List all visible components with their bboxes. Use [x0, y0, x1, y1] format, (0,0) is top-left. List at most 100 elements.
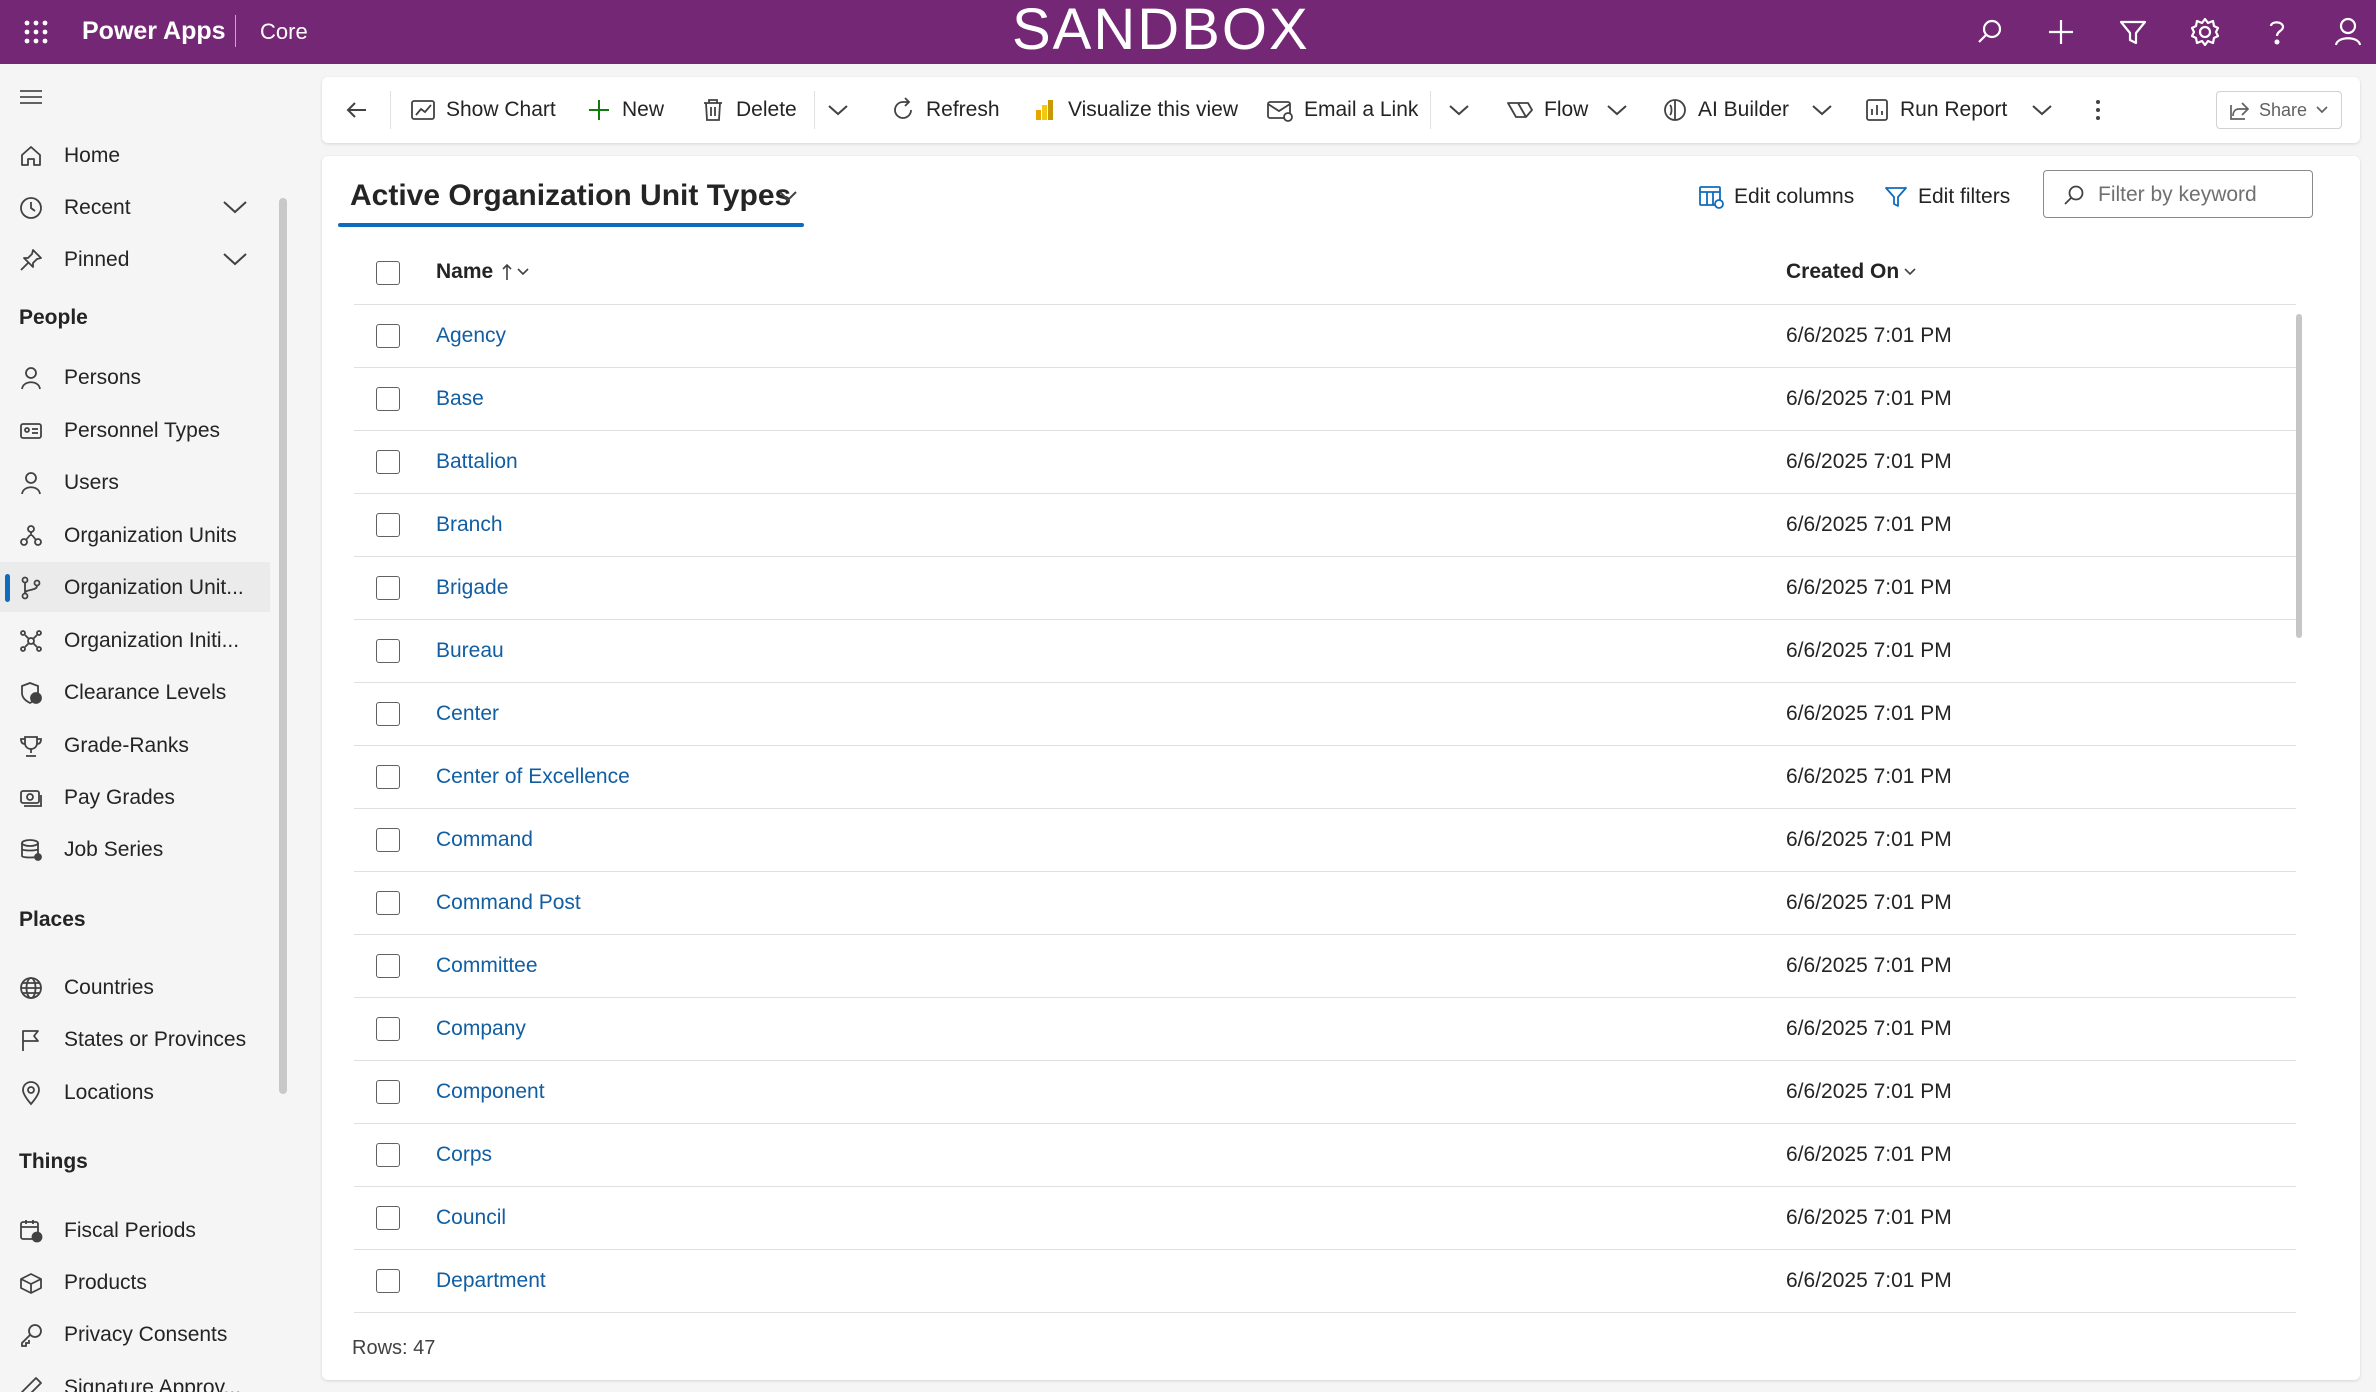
new-button[interactable]: New — [586, 77, 664, 143]
row-name-link[interactable]: Component — [436, 1078, 545, 1106]
settings-icon[interactable] — [2187, 14, 2223, 50]
row-checkbox[interactable] — [376, 387, 400, 411]
filter-keyword-input[interactable] — [2096, 180, 2300, 210]
app-name[interactable]: Power Apps — [82, 15, 226, 47]
column-header-name[interactable]: Name — [436, 258, 530, 286]
table-row[interactable]: Component 6/6/2025 7:01 PM — [354, 1061, 2296, 1124]
row-name-link[interactable]: Battalion — [436, 448, 518, 476]
row-checkbox[interactable] — [376, 450, 400, 474]
row-name-link[interactable]: Brigade — [436, 574, 508, 602]
sidebar-item-locations[interactable]: Locations — [0, 1067, 270, 1117]
table-row[interactable]: Base 6/6/2025 7:01 PM — [354, 368, 2296, 431]
select-all-checkbox[interactable] — [376, 261, 400, 285]
row-checkbox[interactable] — [376, 702, 400, 726]
share-button[interactable]: Share — [2216, 91, 2342, 129]
row-name-link[interactable]: Agency — [436, 322, 506, 350]
row-name-link[interactable]: Command — [436, 826, 533, 854]
hamburger-menu-icon[interactable] — [18, 86, 44, 108]
email-link-button[interactable]: Email a Link — [1266, 77, 1418, 143]
row-name-link[interactable]: Branch — [436, 511, 503, 539]
edit-columns-button[interactable]: Edit columns — [1698, 180, 1854, 214]
filter-icon[interactable] — [2115, 14, 2151, 50]
sidebar-item-grade-ranks[interactable]: Grade-Ranks — [0, 720, 270, 770]
sidebar-item-persons[interactable]: Persons — [0, 352, 270, 402]
search-icon[interactable] — [1972, 14, 2008, 50]
flow-button[interactable]: Flow — [1506, 77, 1638, 143]
run-report-button[interactable]: Run Report — [1864, 77, 2063, 143]
table-row[interactable]: Committee 6/6/2025 7:01 PM — [354, 935, 2296, 998]
sidebar-scrollbar[interactable] — [279, 198, 287, 1094]
row-checkbox[interactable] — [376, 1080, 400, 1104]
row-name-link[interactable]: Bureau — [436, 637, 504, 665]
table-row[interactable]: Command Post 6/6/2025 7:01 PM — [354, 872, 2296, 935]
sidebar-item-organization-unit-types[interactable]: Organization Unit... — [0, 562, 270, 612]
row-checkbox[interactable] — [376, 765, 400, 789]
plus-icon[interactable] — [2043, 14, 2079, 50]
ai-builder-button[interactable]: AI Builder — [1662, 77, 1843, 143]
sidebar-item-users[interactable]: Users — [0, 457, 270, 507]
table-row[interactable]: Corps 6/6/2025 7:01 PM — [354, 1124, 2296, 1187]
view-selector-chevron-icon[interactable] — [778, 189, 798, 203]
row-name-link[interactable]: Company — [436, 1015, 526, 1043]
sidebar-item-recent[interactable]: Recent — [0, 182, 270, 232]
row-name-link[interactable]: Department — [436, 1267, 546, 1295]
row-checkbox[interactable] — [376, 513, 400, 537]
table-row[interactable]: Company 6/6/2025 7:01 PM — [354, 998, 2296, 1061]
row-checkbox[interactable] — [376, 1206, 400, 1230]
view-title[interactable]: Active Organization Unit Types — [350, 176, 791, 216]
refresh-button[interactable]: Refresh — [890, 77, 1000, 143]
table-row[interactable]: Battalion 6/6/2025 7:01 PM — [354, 431, 2296, 494]
sidebar-item-pay-grades[interactable]: Pay Grades — [0, 772, 270, 822]
row-name-link[interactable]: Base — [436, 385, 484, 413]
table-row[interactable]: Department 6/6/2025 7:01 PM — [354, 1250, 2296, 1313]
grid-scrollbar[interactable] — [2296, 314, 2302, 638]
visualize-view-button[interactable]: Visualize this view — [1032, 77, 1238, 143]
table-row[interactable]: Bureau 6/6/2025 7:01 PM — [354, 620, 2296, 683]
sidebar-item-signature-approvals[interactable]: Signature Approv... — [0, 1362, 270, 1392]
show-chart-button[interactable]: Show Chart — [410, 77, 556, 143]
sidebar-item-organization-units[interactable]: Organization Units — [0, 510, 270, 560]
delete-button[interactable]: Delete — [700, 77, 797, 143]
row-name-link[interactable]: Command Post — [436, 889, 581, 917]
row-checkbox[interactable] — [376, 639, 400, 663]
more-delete-options-button[interactable] — [827, 77, 859, 143]
column-header-created-on[interactable]: Created On — [1786, 258, 1917, 286]
sidebar-item-privacy-consents[interactable]: Privacy Consents — [0, 1309, 270, 1359]
sidebar-item-organization-initiatives[interactable]: Organization Initi... — [0, 615, 270, 665]
sidebar-item-home[interactable]: Home — [0, 130, 270, 180]
app-launcher-icon[interactable] — [18, 14, 54, 50]
row-checkbox[interactable] — [376, 576, 400, 600]
table-row[interactable]: Branch 6/6/2025 7:01 PM — [354, 494, 2296, 557]
sidebar-item-pinned[interactable]: Pinned — [0, 234, 270, 284]
back-button[interactable] — [344, 77, 380, 143]
sidebar-item-job-series[interactable]: Job Series — [0, 824, 270, 874]
chevron-down-icon[interactable] — [222, 198, 248, 216]
row-name-link[interactable]: Center — [436, 700, 499, 728]
sidebar-item-clearance-levels[interactable]: Clearance Levels — [0, 667, 270, 717]
row-checkbox[interactable] — [376, 828, 400, 852]
row-checkbox[interactable] — [376, 324, 400, 348]
more-commands-button[interactable] — [2092, 77, 2114, 143]
help-icon[interactable] — [2259, 14, 2295, 50]
row-checkbox[interactable] — [376, 954, 400, 978]
table-row[interactable]: Command 6/6/2025 7:01 PM — [354, 809, 2296, 872]
table-row[interactable]: Brigade 6/6/2025 7:01 PM — [354, 557, 2296, 620]
sidebar-item-countries[interactable]: Countries — [0, 962, 270, 1012]
row-checkbox[interactable] — [376, 1269, 400, 1293]
environment-name[interactable]: Core — [260, 17, 308, 47]
table-row[interactable]: Agency 6/6/2025 7:01 PM — [354, 305, 2296, 368]
sidebar-item-states-or-provinces[interactable]: States or Provinces — [0, 1014, 270, 1064]
row-name-link[interactable]: Council — [436, 1204, 506, 1232]
row-name-link[interactable]: Center of Excellence — [436, 763, 630, 791]
sidebar-item-products[interactable]: Products — [0, 1257, 270, 1307]
sidebar-item-fiscal-periods[interactable]: Fiscal Periods — [0, 1205, 270, 1255]
table-row[interactable]: Center 6/6/2025 7:01 PM — [354, 683, 2296, 746]
more-email-options-button[interactable] — [1448, 77, 1480, 143]
chevron-down-icon[interactable] — [222, 250, 248, 268]
user-icon[interactable] — [2330, 14, 2366, 50]
row-checkbox[interactable] — [376, 1017, 400, 1041]
table-row[interactable]: Center of Excellence 6/6/2025 7:01 PM — [354, 746, 2296, 809]
row-checkbox[interactable] — [376, 891, 400, 915]
edit-filters-button[interactable]: Edit filters — [1884, 180, 2010, 214]
row-checkbox[interactable] — [376, 1143, 400, 1167]
